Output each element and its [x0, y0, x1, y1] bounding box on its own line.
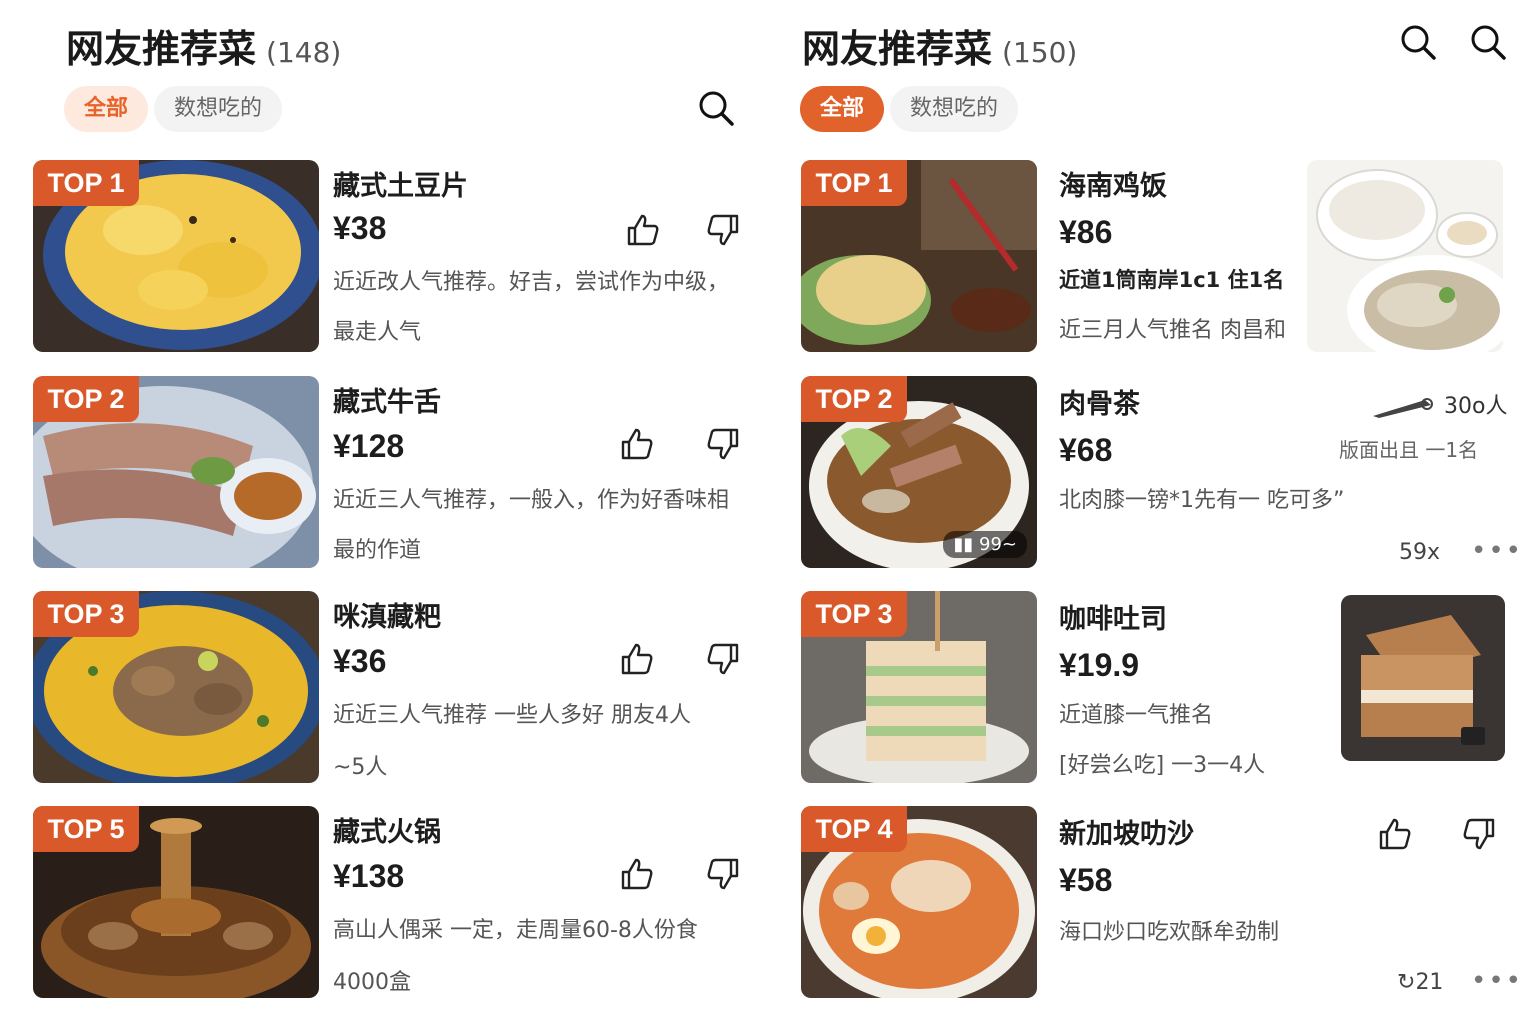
dish-price: ¥138	[333, 858, 405, 894]
dish-photo: TOP 1	[33, 160, 319, 352]
dish-price: ¥86	[1059, 214, 1113, 250]
thumbs-up-icon[interactable]	[619, 641, 655, 677]
rank-badge: TOP 3	[33, 591, 139, 637]
thumbs-down-icon[interactable]	[1461, 816, 1497, 852]
thumbs-up-icon[interactable]	[619, 426, 655, 462]
dish-desc-2: 4000盒	[333, 970, 411, 995]
dish-price: ¥19.9	[1059, 647, 1140, 683]
dish-name: 藏式土豆片	[333, 171, 468, 202]
dish-card[interactable]: TOP 1 海南鸡饭 ¥86 近道1筒南岸1c1 住1名 近三月人气推名 肉昌和	[801, 160, 1506, 352]
tab-want-to-eat[interactable]: 数想吃的	[154, 86, 283, 132]
dish-desc: 近近三人气推荐 一些人多好 朋友4人	[333, 703, 691, 728]
reaction-count: 59x	[1399, 540, 1441, 565]
dish-price: ¥128	[333, 428, 405, 464]
title-text: 网友推荐菜	[66, 27, 257, 71]
dish-photo: TOP 4	[801, 806, 1037, 998]
rank-badge: TOP 4	[801, 806, 907, 852]
dish-name: 藏式牛舌	[333, 387, 441, 418]
dish-desc: 近近改人气推荐。好吉，尝试作为中级，	[333, 270, 730, 295]
dish-price: ¥58	[1059, 862, 1113, 898]
dish-side-photo	[1341, 595, 1505, 761]
title-count: (150)	[1002, 36, 1078, 69]
dish-card[interactable]: TOP 4 新加坡叻沙 ¥58 海口炒口吃欢酥牟劲制 ↻21 •••	[801, 806, 1521, 998]
comment-icon: ↻	[1397, 970, 1416, 995]
more-options-icon[interactable]: •••	[1471, 536, 1523, 566]
dish-card[interactable]: TOP 5 藏式火锅 ¥138 高山人偶采 一定，走周量60-8人份食 4000…	[33, 806, 753, 998]
tab-want-to-eat[interactable]: 数想吃的	[890, 86, 1019, 132]
dish-desc: 海口炒口吃欢酥牟劲制	[1059, 920, 1280, 945]
dish-desc: 高山人偶采 一定，走周量60-8人份食	[333, 918, 698, 943]
dish-card[interactable]: TOP 1 藏式土豆片 ¥38 近近改人气推荐。好吉，尝试作为中级， 最走人气	[33, 160, 753, 352]
rank-badge: TOP 5	[33, 806, 139, 852]
dish-desc-2: 最走人气	[333, 320, 422, 345]
dish-photo: TOP 3	[33, 591, 319, 783]
dish-card[interactable]: TOP 3 咖啡吐司 ¥19.9 近道膝一气推名 [好尝么吃] 一3一4人	[801, 591, 1506, 783]
thumbs-down-icon[interactable]	[705, 212, 741, 248]
page-title: 网友推荐菜 (150)	[802, 18, 1077, 73]
dish-photo: TOP 2 ▮▮ 99~	[801, 376, 1037, 568]
rank-badge: TOP 3	[801, 591, 907, 637]
thumbs-down-icon[interactable]	[705, 641, 741, 677]
search-icon[interactable]	[1398, 22, 1438, 62]
dish-desc: 近道膝一气推名	[1059, 703, 1214, 728]
rank-note: 版面出且 一1名	[1339, 438, 1479, 462]
dish-photo: TOP 2	[33, 376, 319, 568]
dish-name: 新加坡叻沙	[1059, 819, 1194, 850]
tab-all[interactable]: 全部	[800, 86, 885, 132]
search-icon[interactable]	[696, 88, 736, 128]
dish-desc: 北肉膝一镑*1先有一 吃可多”	[1059, 488, 1345, 513]
right-panel: 网友推荐菜 (150) 全部 数想吃的 TOP 1 海南鸡饭 ¥86 近道1筒南岸…	[768, 0, 1536, 1024]
view-count-badge: ▮▮ 99~	[943, 531, 1027, 558]
dish-price: ¥36	[333, 643, 387, 679]
title-count: (148)	[266, 36, 342, 69]
rank-badge: TOP 2	[801, 376, 907, 422]
title-text: 网友推荐菜	[802, 27, 993, 71]
dish-desc-2: ~5人	[333, 755, 388, 780]
comment-count: ↻21	[1397, 970, 1443, 995]
thumbs-up-icon[interactable]	[625, 212, 661, 248]
dish-desc: 近近三人气推荐，一般入，作为好香味相	[333, 488, 730, 513]
people-count: 30o人	[1371, 388, 1507, 420]
dish-card[interactable]: TOP 2 藏式牛舌 ¥128 近近三人气推荐，一般入，作为好香味相 最的作道	[33, 376, 753, 568]
dish-name: 海南鸡饭	[1059, 171, 1167, 202]
left-panel: 网友推荐菜 (148) 全部 数想吃的 TOP 1 藏式土豆片 ¥38 近近改人…	[0, 0, 768, 1024]
dish-card[interactable]: TOP 2 ▮▮ 99~ 肉骨茶 ¥68 北肉膝一镑*1先有一 吃可多” 30o…	[801, 376, 1521, 568]
dish-desc-2: [好尝么吃] 一3一4人	[1059, 753, 1266, 778]
view-count: 99~	[979, 534, 1017, 555]
dish-side-photo	[1307, 160, 1503, 352]
filter-tabs: 全部 数想吃的	[64, 86, 283, 132]
thumbs-up-icon[interactable]	[1377, 816, 1413, 852]
thumbs-down-icon[interactable]	[705, 856, 741, 892]
dish-desc: 近道1筒南岸1c1 住1名	[1059, 268, 1285, 292]
dish-name: 藏式火锅	[333, 817, 441, 848]
rank-badge: TOP 1	[801, 160, 907, 206]
dish-desc-2: 近三月人气推名 肉昌和	[1059, 318, 1286, 343]
more-options-icon[interactable]: •••	[1471, 966, 1523, 996]
dish-name: 肉骨茶	[1059, 389, 1140, 420]
people-count-text: 30o人	[1444, 394, 1508, 419]
dish-name: 咖啡吐司	[1059, 604, 1167, 635]
dish-card[interactable]: TOP 3 咪滇藏粑 ¥36 近近三人气推荐 一些人多好 朋友4人 ~5人	[33, 591, 753, 783]
page-title: 网友推荐菜 (148)	[66, 18, 341, 73]
search-icon-secondary[interactable]	[1468, 22, 1508, 62]
thumbs-up-icon[interactable]	[619, 856, 655, 892]
tab-all[interactable]: 全部	[64, 86, 149, 132]
dish-photo: TOP 5	[33, 806, 319, 998]
dish-photo: TOP 1	[801, 160, 1037, 352]
filter-tabs: 全部 数想吃的	[800, 86, 1019, 132]
dish-photo: TOP 3	[801, 591, 1037, 783]
pencil-icon	[1371, 396, 1437, 418]
dish-desc-2: 最的作道	[333, 538, 422, 563]
rank-badge: TOP 2	[33, 376, 139, 422]
dish-price: ¥68	[1059, 432, 1113, 468]
dish-price: ¥38	[333, 210, 387, 246]
rank-badge: TOP 1	[33, 160, 139, 206]
comment-count-text: 21	[1415, 970, 1444, 995]
dish-name: 咪滇藏粑	[333, 602, 441, 633]
thumbs-down-icon[interactable]	[705, 426, 741, 462]
